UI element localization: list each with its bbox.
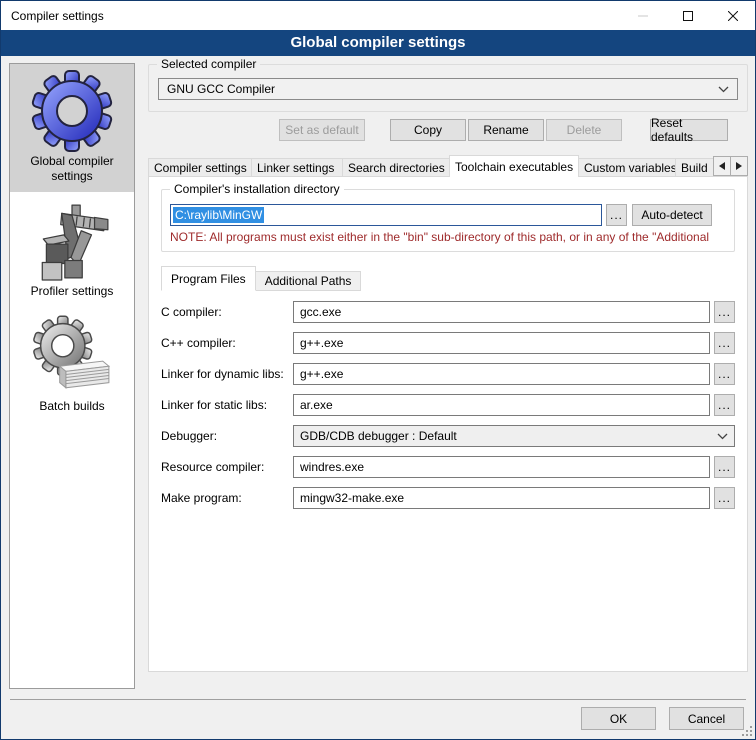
reset-defaults-button[interactable]: Reset defaults [650,119,728,141]
tab-compiler-settings[interactable]: Compiler settings [148,158,252,177]
footer-buttons: OK Cancel [568,707,744,730]
form-row-debugger: Debugger: GDB/CDB debugger : Default [161,425,735,447]
settings-sidebar: Global compiler settings Profiler setting… [9,63,135,689]
field-label: C++ compiler: [161,336,293,350]
subtab-program-files[interactable]: Program Files [161,266,256,291]
browse-button[interactable]: ... [714,394,735,416]
field-label: C compiler: [161,305,293,319]
field-label: Resource compiler: [161,460,293,474]
input-value: g++.exe [300,367,343,381]
field-label: Linker for static libs: [161,398,293,412]
input-value: ar.exe [300,398,333,412]
main-panel: Selected compiler GNU GCC Compiler Set a… [148,63,748,672]
chevron-down-icon [717,433,728,440]
maximize-icon [683,11,693,21]
compiler-actions: Set as default CopyRenameDelete Reset defa… [148,119,748,141]
auto-detect-button[interactable]: Auto-detect [632,204,712,226]
arrow-left-icon [719,162,725,170]
tab-search-directories[interactable]: Search directories [342,158,450,177]
ok-button[interactable]: OK [581,707,656,730]
browse-button[interactable]: ... [714,332,735,354]
page-title: Global compiler settings [1,30,755,56]
tab-scroll-right-button[interactable] [730,156,748,176]
resource-compiler-input[interactable]: windres.exe [293,456,710,478]
minimize-icon [638,11,648,21]
caliper-icon [31,200,113,282]
sidebar-item-label: Global compiler settings [12,154,132,184]
resize-grip-icon[interactable] [741,725,753,737]
window-title: Compiler settings [1,9,620,23]
bin-subdirectory-note: NOTE: All programs must exist either in … [170,230,726,244]
subtab-additional-paths[interactable]: Additional Paths [255,271,362,291]
title-bar[interactable]: Compiler settings [1,1,755,30]
tab-toolchain-executables[interactable]: Toolchain executables [449,155,579,177]
set-as-default-button: Set as default [279,119,365,141]
browse-button[interactable]: ... [714,363,735,385]
installation-directory-input[interactable]: C:\raylib\MinGW [170,204,602,226]
installation-directory-label: Compiler's installation directory [170,182,344,196]
browse-button[interactable]: ... [714,487,735,509]
linker-for-static-libs-input[interactable]: ar.exe [293,394,710,416]
compiler-settings-dialog: Compiler settings Global compiler settin… [0,0,756,740]
input-value: gcc.exe [300,305,341,319]
installation-directory-group: Compiler's installation directory C:\ray… [161,189,735,252]
arrow-right-icon [736,162,742,170]
close-icon [728,11,738,21]
input-value: mingw32-make.exe [300,491,404,505]
footer-separator [10,699,746,700]
c-compiler-input[interactable]: g++.exe [293,332,710,354]
compiler-select[interactable]: GNU GCC Compiler [158,78,738,100]
settings-tabs: Compiler settingsLinker settingsSearch d… [148,154,748,177]
toolchain-form: C compiler: gcc.exe... C++ compiler: g++.ex… [161,301,735,509]
debugger-select[interactable]: GDB/CDB debugger : Default [293,425,735,447]
maximize-button[interactable] [665,1,710,30]
sidebar-item-profiler-settings[interactable]: Profiler settings [10,194,134,307]
linker-for-dynamic-libs-input[interactable]: g++.exe [293,363,710,385]
tab-custom-variables[interactable]: Custom variables [578,158,676,177]
form-row-resource-compiler: Resource compiler: windres.exe... [161,456,735,478]
form-row-make-program: Make program: mingw32-make.exe... [161,487,735,509]
sidebar-item-label: Profiler settings [12,284,132,299]
browse-button[interactable]: ... [714,456,735,478]
compiler-select-value: GNU GCC Compiler [167,82,712,96]
tab-linker-settings[interactable]: Linker settings [251,158,343,177]
tab-scroll-left-button[interactable] [713,156,731,176]
rename-button[interactable]: Rename [468,119,544,141]
installation-directory-value: C:\raylib\MinGW [173,207,264,223]
make-program-input[interactable]: mingw32-make.exe [293,487,710,509]
sidebar-item-batch-builds[interactable]: Batch builds [10,309,134,422]
form-row-linker-for-dynamic-libs: Linker for dynamic libs: g++.exe... [161,363,735,385]
c-compiler-input[interactable]: gcc.exe [293,301,710,323]
field-label: Make program: [161,491,293,505]
form-row-c-compiler: C compiler: gcc.exe... [161,301,735,323]
gear-stack-icon [31,315,113,397]
tab-scroll [714,156,748,176]
field-label: Linker for dynamic libs: [161,367,293,381]
toolchain-executables-page: Compiler's installation directory C:\ray… [148,176,748,672]
gear-blue-icon [31,70,113,152]
cancel-button[interactable]: Cancel [669,707,744,730]
input-value: windres.exe [300,460,364,474]
sidebar-item-label: Batch builds [12,399,132,414]
form-row-c-compiler: C++ compiler: g++.exe... [161,332,735,354]
field-label: Debugger: [161,429,293,443]
minimize-button [620,1,665,30]
selected-compiler-label: Selected compiler [157,57,260,71]
form-row-linker-for-static-libs: Linker for static libs: ar.exe... [161,394,735,416]
sidebar-item-global-compiler-settings[interactable]: Global compiler settings [10,64,134,192]
input-value: g++.exe [300,336,343,350]
program-files-tabs: Program FilesAdditional Paths [161,266,747,291]
tab-build[interactable]: Build [675,158,715,177]
browse-button[interactable]: ... [714,301,735,323]
chevron-down-icon [718,86,729,93]
select-value: GDB/CDB debugger : Default [300,429,711,443]
browse-directory-button[interactable]: ... [606,204,627,226]
copy-button[interactable]: Copy [390,119,466,141]
dialog-content: Global compiler settings Profiler setting… [1,56,755,739]
close-button[interactable] [710,1,755,30]
selected-compiler-group: Selected compiler GNU GCC Compiler [148,64,748,112]
delete-button: Delete [546,119,622,141]
